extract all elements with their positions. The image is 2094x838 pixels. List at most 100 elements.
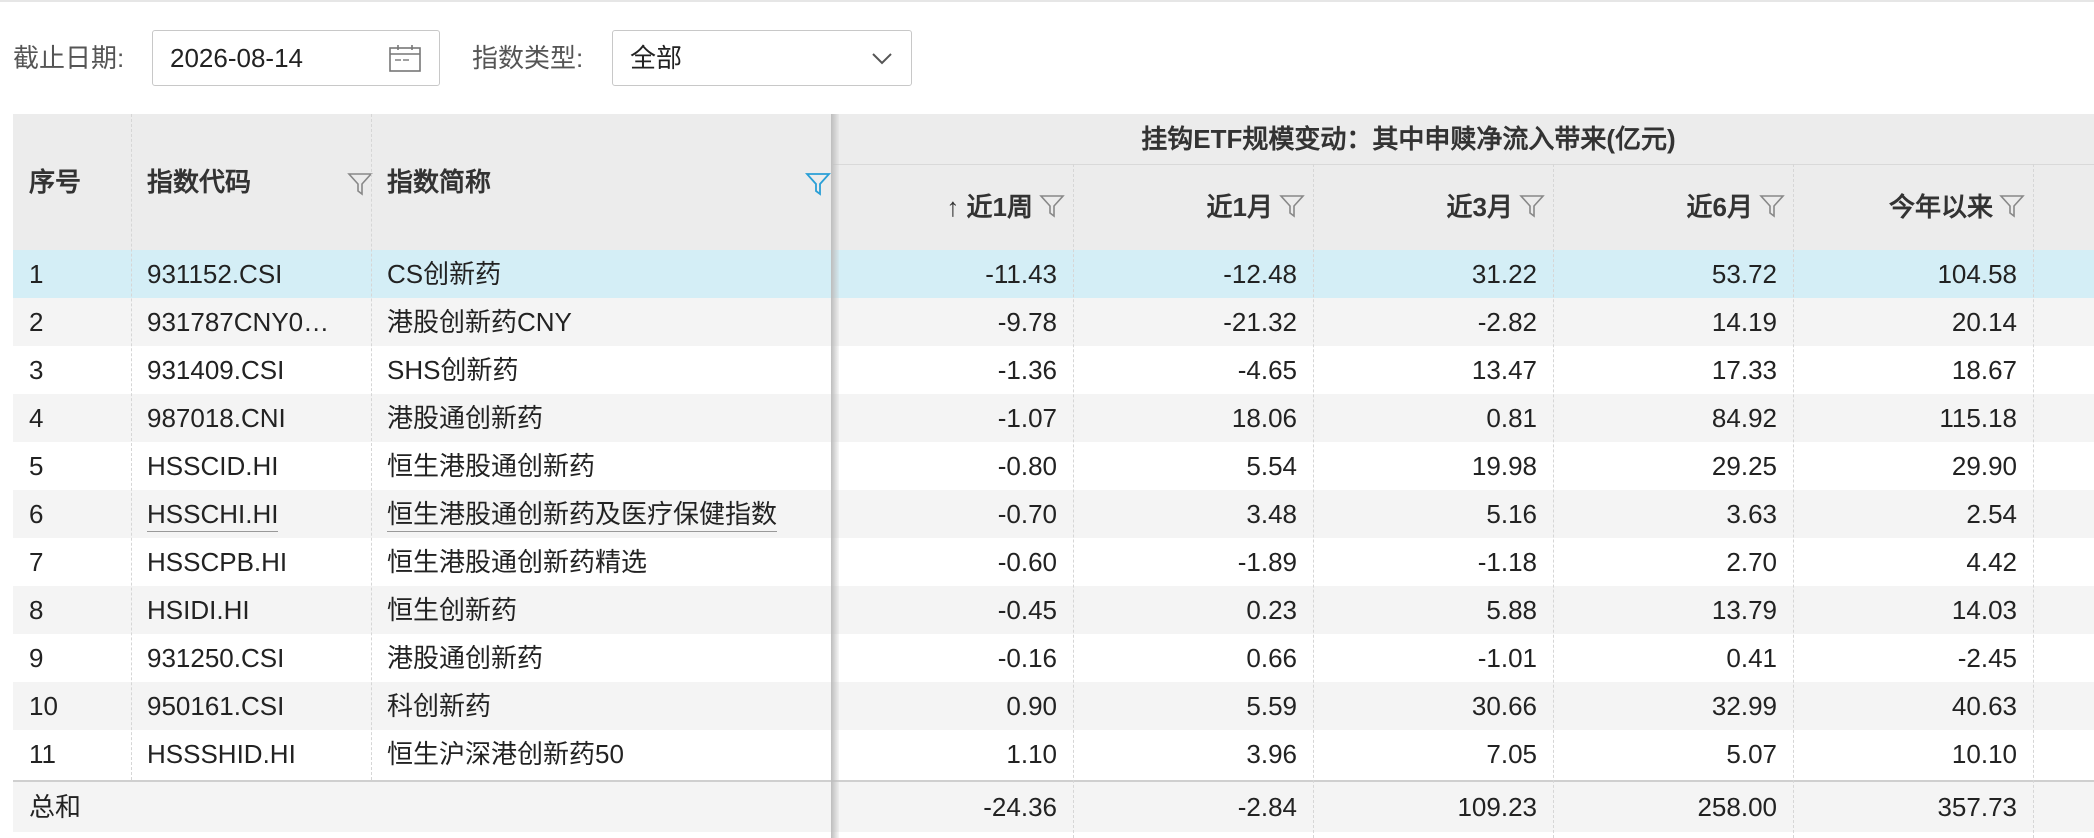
cell-name-text: SHS创新药 xyxy=(387,355,519,385)
cell-code-text: HSSCID.HI xyxy=(147,451,279,481)
cell-ytd: 18.67 xyxy=(1793,346,2033,394)
cell-index-text: 4 xyxy=(29,403,44,433)
cell-index: 3 xyxy=(13,346,131,394)
cell-w1-text: -0.70 xyxy=(997,499,1057,529)
cell-m1: 5.54 xyxy=(1073,442,1313,490)
cell-index-text: 8 xyxy=(29,595,44,625)
col-header-3m[interactable]: 近3月 xyxy=(1313,114,1553,250)
calendar-icon[interactable] xyxy=(389,44,421,72)
cell-m1-text: 0.66 xyxy=(1246,643,1297,673)
filter-icon[interactable] xyxy=(1519,193,1545,219)
cell-m1: 0.66 xyxy=(1073,634,1313,682)
cell-m1-text: -4.65 xyxy=(1237,355,1297,385)
cell-m3-text: -1.01 xyxy=(1477,643,1537,673)
table-row[interactable]: 3 931409.CSI SHS创新药 -1.36 -4.65 13.47 17.33 18.… xyxy=(13,346,2094,394)
frozen-column-divider[interactable] xyxy=(831,114,839,838)
filter-icon[interactable] xyxy=(1759,193,1785,219)
table-row[interactable]: 5 HSSCID.HI 恒生港股通创新药 -0.80 5.54 19.98 29.25 29.… xyxy=(13,442,2094,490)
filter-icon[interactable] xyxy=(347,171,373,197)
cell-index: 8 xyxy=(13,586,131,634)
cell-m3-text: 19.98 xyxy=(1471,451,1537,481)
cell-w1-text: 0.90 xyxy=(1006,691,1057,721)
cell-code: HSIDI.HI xyxy=(131,586,371,634)
col-header-1m[interactable]: 近1月 xyxy=(1073,114,1313,250)
cell-w1-text: -0.45 xyxy=(997,595,1057,625)
cell-m6-text: 84.92 xyxy=(1711,403,1777,433)
table-row[interactable]: 2 931787CNY0… 港股创新药CNY -9.78 -21.32 -2.82 14.1… xyxy=(13,298,2094,346)
cell-code-text: 931409.CSI xyxy=(147,355,285,385)
cell-m6: 13.79 xyxy=(1553,586,1793,634)
cell-ytd-text: 4.42 xyxy=(1966,547,2017,577)
col-header-code[interactable]: 指数代码 xyxy=(131,114,373,250)
cell-index: 10 xyxy=(13,682,131,730)
filter-icon[interactable] xyxy=(1279,193,1305,219)
cell-m3: 7.05 xyxy=(1313,730,1553,778)
cell-m6-text: 14.19 xyxy=(1711,307,1777,337)
cell-m6-text: 32.99 xyxy=(1711,691,1777,721)
col-header-code-label: 指数代码 xyxy=(147,167,252,197)
table-row[interactable]: 4 987018.CNI 港股通创新药 -1.07 18.06 0.81 84.92 115.… xyxy=(13,394,2094,442)
cell-m6: 5.07 xyxy=(1553,730,1793,778)
cell-name-text: 恒生创新药 xyxy=(387,595,518,625)
filter-active-icon[interactable] xyxy=(805,171,831,197)
column-divider xyxy=(1793,164,1794,838)
cell-index: 2 xyxy=(13,298,131,346)
cell-ytd: 4.42 xyxy=(1793,538,2033,586)
cell-name-text: 恒生沪深港创新药50 xyxy=(387,739,624,769)
cell-code-text: HSIDI.HI xyxy=(147,595,250,625)
cell-m3-text: 30.66 xyxy=(1471,691,1537,721)
table-row[interactable]: 10 950161.CSI 科创新药 0.90 5.59 30.66 32.99 40.63 xyxy=(13,682,2094,730)
cell-m1: 3.48 xyxy=(1073,490,1313,538)
col-header-3m-label: 近3月 xyxy=(1446,192,1513,222)
table-row[interactable]: 1 931152.CSI CS创新药 -11.43 -12.48 31.22 53.72 10… xyxy=(13,250,2094,298)
column-divider xyxy=(1073,164,1074,838)
cell-m3-text: 7.05 xyxy=(1486,739,1537,769)
cell-index-text: 9 xyxy=(29,643,44,673)
cell-code-text: 931787CNY0… xyxy=(147,307,330,337)
cell-m1: -21.32 xyxy=(1073,298,1313,346)
cell-ytd-text: 29.90 xyxy=(1951,451,2017,481)
cell-m6: 0.41 xyxy=(1553,634,1793,682)
table-row[interactable]: 11 HSSSHID.HI 恒生沪深港创新药50 1.10 3.96 7.05 5.07 10… xyxy=(13,730,2094,778)
table-row[interactable]: 7 HSSCPB.HI 恒生港股通创新药精选 -0.60 -1.89 -1.18 2.70 4… xyxy=(13,538,2094,586)
cell-code-text: HSSCPB.HI xyxy=(147,547,288,577)
date-picker-input[interactable]: 2026-08-14 xyxy=(152,30,440,86)
cell-name: 港股创新药CNY xyxy=(371,298,831,346)
total-6m: 258.00 xyxy=(1697,792,1777,822)
filter-icon[interactable] xyxy=(1039,193,1065,219)
table-row[interactable]: 9 931250.CSI 港股通创新药 -0.16 0.66 -1.01 0.41 -2.45 xyxy=(13,634,2094,682)
cell-m1-text: 5.54 xyxy=(1246,451,1297,481)
cell-w1-text: -9.78 xyxy=(997,307,1057,337)
cell-m6-text: 29.25 xyxy=(1711,451,1777,481)
cell-w1: 1.10 xyxy=(833,730,1073,778)
col-header-ytd[interactable]: 今年以来 xyxy=(1793,114,2033,250)
total-1m: -2.84 xyxy=(1237,792,1297,822)
cell-name: 恒生创新药 xyxy=(371,586,831,634)
filter-icon[interactable] xyxy=(1999,193,2025,219)
col-header-index-label: 序号 xyxy=(29,167,82,197)
cell-m3: -1.18 xyxy=(1313,538,1553,586)
cell-code: HSSCID.HI xyxy=(131,442,371,490)
cell-w1: -1.36 xyxy=(833,346,1073,394)
table-row[interactable]: 8 HSIDI.HI 恒生创新药 -0.45 0.23 5.88 13.79 14.03 xyxy=(13,586,2094,634)
cell-m3: 0.81 xyxy=(1313,394,1553,442)
filter-bar: 截止日期: 2026-08-14 指数类型: 全部 xyxy=(0,30,2094,86)
col-header-name-label: 指数简称 xyxy=(387,167,492,197)
cell-name-text: 港股创新药CNY xyxy=(387,307,572,337)
cell-w1-text: -0.80 xyxy=(997,451,1057,481)
table-row[interactable]: 6 HSSCHI.HI 恒生港股通创新药及医疗保健指数 -0.70 3.48 5.16 3.… xyxy=(13,490,2094,538)
cell-index: 9 xyxy=(13,634,131,682)
index-type-select[interactable]: 全部 xyxy=(612,30,912,86)
cell-m3: 31.22 xyxy=(1313,250,1553,298)
cell-m6: 3.63 xyxy=(1553,490,1793,538)
cell-ytd: 115.18 xyxy=(1793,394,2033,442)
date-label: 截止日期: xyxy=(13,43,125,73)
cell-m1-text: 18.06 xyxy=(1231,403,1297,433)
cell-name-text: 恒生港股通创新药 xyxy=(387,451,596,481)
cell-m3-text: 31.22 xyxy=(1471,259,1537,289)
col-header-1w[interactable]: ↑ 近1周 xyxy=(833,114,1073,250)
col-header-6m[interactable]: 近6月 xyxy=(1553,114,1793,250)
col-header-name[interactable]: 指数简称 xyxy=(371,114,831,250)
cell-name-text: 科创新药 xyxy=(387,691,492,721)
cell-m1: 0.23 xyxy=(1073,586,1313,634)
